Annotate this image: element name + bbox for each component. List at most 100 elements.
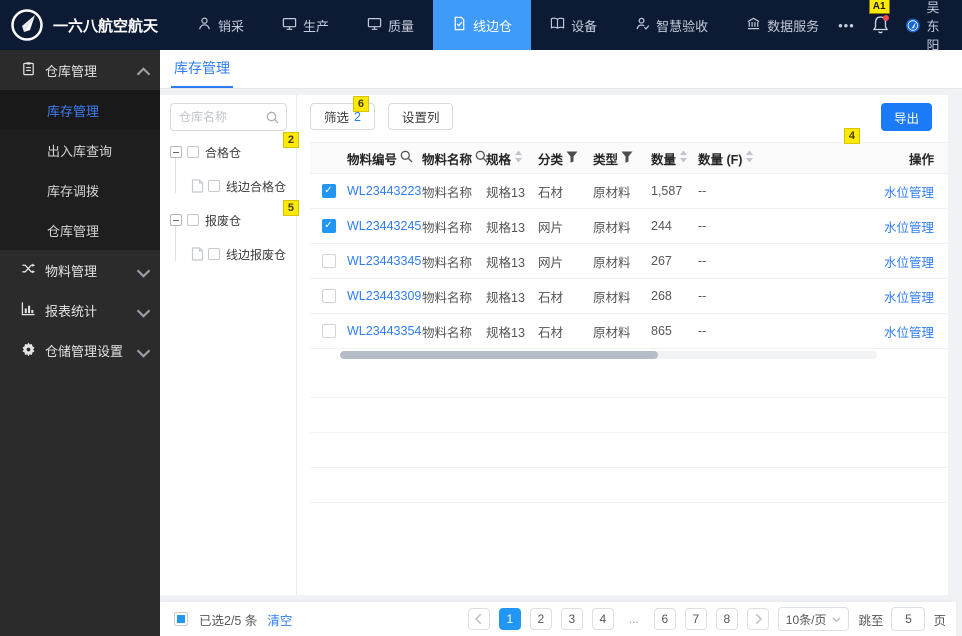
tree-child-线边合格仓[interactable]: 线边合格仓 — [191, 175, 287, 197]
page-button-6[interactable]: 6 — [653, 608, 676, 630]
prev-page-button[interactable] — [467, 608, 490, 630]
tree-checkbox[interactable] — [208, 248, 220, 260]
material-code-link[interactable]: WL23443245 — [347, 219, 421, 233]
tree-checkbox[interactable] — [187, 146, 199, 158]
export-button[interactable]: 导出 — [881, 103, 932, 131]
type-cell: 原材料 — [593, 182, 651, 201]
sort-icon[interactable] — [679, 150, 688, 166]
sidebar-group-label: 仓储管理设置 — [45, 343, 124, 359]
nav-item-生产[interactable]: 生产 — [263, 0, 348, 50]
empty-row — [310, 363, 948, 398]
page-button-3[interactable]: 3 — [560, 608, 583, 630]
quantity: 1,587 — [651, 184, 683, 198]
collapse-expander-icon[interactable] — [170, 214, 182, 226]
col-header-数量[interactable]: 数量 — [651, 149, 698, 168]
nav-item-销采[interactable]: 销采 — [178, 0, 263, 50]
page-button-4[interactable]: 4 — [591, 608, 614, 630]
material-code-link[interactable]: WL23443345 — [347, 254, 421, 268]
tab-inventory-management[interactable]: 库存管理 — [171, 50, 233, 88]
page-button-7[interactable]: 7 — [684, 608, 707, 630]
notification-bell-icon[interactable]: A1 — [868, 0, 890, 35]
search-icon[interactable] — [266, 111, 279, 124]
col-header-分类[interactable]: 分类 — [538, 149, 593, 168]
nav-item-设备[interactable]: 设备 — [531, 0, 616, 50]
sidebar-item-出入库查询[interactable]: 出入库查询 — [0, 130, 160, 170]
tree-checkbox[interactable] — [187, 214, 199, 226]
col-header-label: 物料名称 — [422, 152, 473, 167]
main-area: 库存管理 合格仓2 线边合格仓报废仓5 线边报废仓 筛选 2 6 — [160, 50, 962, 636]
quantity-f: -- — [698, 289, 707, 303]
water-level-link[interactable]: 水位管理 — [884, 221, 934, 235]
tree-checkbox[interactable] — [208, 180, 220, 192]
nav-item-质量[interactable]: 质量 — [348, 0, 433, 50]
quantity: 244 — [651, 219, 672, 233]
col-header-物料名称[interactable]: 物料名称 — [422, 149, 488, 168]
col-header-label: 数量 (F) — [698, 152, 743, 167]
brand: 一六八航空航天 — [0, 8, 178, 42]
category: 石材 — [538, 325, 564, 340]
row-checkbox[interactable]: ✓ — [321, 184, 336, 198]
horizontal-scrollbar-thumb[interactable] — [340, 351, 658, 359]
row-checkbox[interactable]: ✓ — [321, 219, 336, 233]
page-size-select[interactable]: 10条/页 — [777, 607, 850, 631]
tree-node-label: 线边报废仓 — [226, 247, 287, 262]
notification-dot — [882, 15, 889, 21]
row-checkbox[interactable] — [321, 289, 336, 303]
select-all-checkbox[interactable] — [174, 612, 188, 626]
clear-selection-link[interactable]: 清空 — [267, 610, 292, 629]
material-code-link-cell: WL23443223 — [347, 184, 422, 198]
funnel-icon[interactable] — [566, 151, 578, 166]
row-checkbox[interactable] — [321, 254, 336, 268]
nav-item-数据服务[interactable]: 数据服务 — [727, 0, 838, 50]
collapse-expander-icon[interactable] — [170, 146, 182, 158]
column-settings-label: 设置列 — [401, 111, 440, 125]
col-header-规格[interactable]: 规格 — [486, 149, 538, 168]
row-checkbox-cell: ✓ — [310, 184, 347, 198]
material-code-link[interactable]: WL23443309 — [347, 289, 421, 303]
quantity-f-cell: -- — [698, 184, 776, 198]
type: 原材料 — [593, 255, 631, 270]
water-level-link[interactable]: 水位管理 — [884, 326, 934, 340]
page-button-2[interactable]: 2 — [529, 608, 552, 630]
column-settings-button[interactable]: 设置列 — [387, 103, 454, 130]
nav-item-label: 智慧验收 — [656, 18, 709, 34]
page-button-1[interactable]: 1 — [498, 608, 521, 630]
sort-icon[interactable] — [745, 150, 754, 166]
water-level-link[interactable]: 水位管理 — [884, 256, 934, 270]
sort-icon[interactable] — [514, 150, 523, 166]
col-header-物料编号[interactable]: 物料编号 — [347, 149, 422, 168]
sidebar-group-仓库管理[interactable]: 仓库管理 — [0, 50, 160, 90]
jump-page-input[interactable] — [891, 607, 926, 631]
search-icon[interactable] — [400, 150, 413, 166]
category: 石材 — [538, 185, 564, 200]
chevron-up-icon — [136, 65, 151, 76]
page-button-8[interactable]: 8 — [715, 608, 738, 630]
sidebar-item-库存管理[interactable]: 库存管理 — [0, 90, 160, 130]
material-code-link[interactable]: WL23443354 — [347, 324, 421, 338]
user-menu[interactable]: 吴东阳 — [905, 0, 950, 54]
row-checkbox[interactable] — [321, 324, 336, 338]
col-header-数量 (F)[interactable]: 数量 (F) — [698, 149, 776, 168]
tree-root-报废仓[interactable]: 报废仓 5 — [170, 200, 299, 231]
tree-root-合格仓[interactable]: 合格仓 2 — [170, 132, 299, 163]
jump-to-label: 跳至 — [858, 613, 884, 628]
water-level-link[interactable]: 水位管理 — [884, 291, 934, 305]
warehouse-search-input[interactable] — [179, 110, 266, 124]
col-header-类型[interactable]: 类型 — [593, 149, 651, 168]
sidebar-item-库存调拨[interactable]: 库存调拨 — [0, 170, 160, 210]
more-menu-icon[interactable]: ••• — [838, 18, 855, 33]
sidebar-group-仓储管理设置[interactable]: 仓储管理设置 — [0, 330, 160, 370]
water-level-link[interactable]: 水位管理 — [884, 186, 934, 200]
funnel-icon[interactable] — [621, 151, 633, 166]
sidebar-group-物料管理[interactable]: 物料管理 — [0, 250, 160, 290]
nav-item-线边仓[interactable]: 线边仓 — [433, 0, 532, 50]
sidebar-item-仓库管理[interactable]: 仓库管理 — [0, 210, 160, 250]
material-code-link[interactable]: WL23443223 — [347, 184, 421, 198]
filter-button[interactable]: 筛选 2 6 — [310, 96, 375, 130]
sidebar-group-报表统计[interactable]: 报表统计 — [0, 290, 160, 330]
nav-item-label: 质量 — [388, 18, 415, 34]
tree-child-线边报废仓[interactable]: 线边报废仓 — [191, 243, 287, 265]
next-page-button[interactable] — [746, 608, 769, 630]
nav-item-智慧验收[interactable]: 智慧验收 — [616, 0, 727, 50]
horizontal-scrollbar[interactable] — [340, 351, 877, 359]
